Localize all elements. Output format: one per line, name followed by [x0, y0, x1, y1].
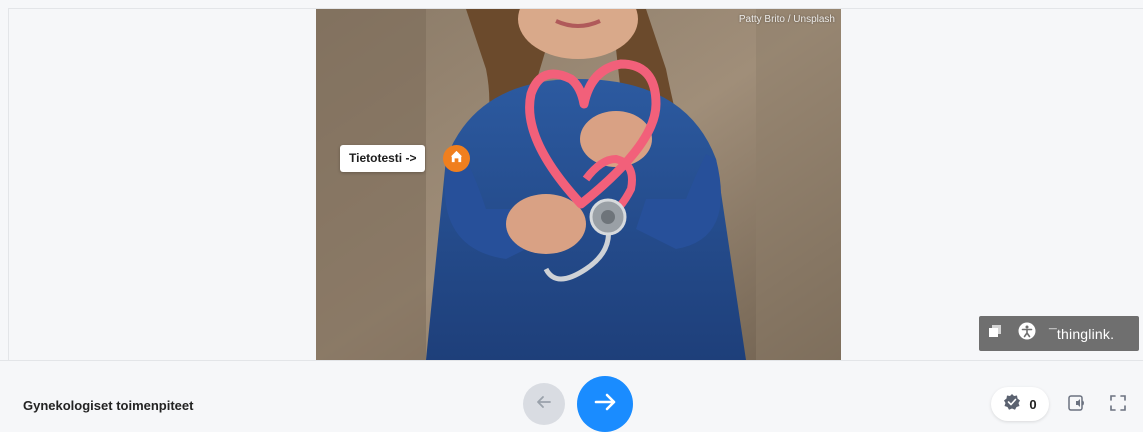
nurse-with-heart-stethoscope-photo: [316, 9, 841, 360]
arrow-right-icon: [593, 390, 617, 419]
score-count: 0: [1029, 396, 1037, 412]
previous-scene-button[interactable]: [523, 383, 565, 425]
thinglink-logo[interactable]: ¯thinglink.: [1049, 326, 1114, 342]
hotspot-tag-button[interactable]: [443, 145, 470, 172]
score-badge[interactable]: 0: [991, 387, 1049, 421]
accessibility-button[interactable]: [1011, 316, 1043, 351]
page-title: Gynekologiset toimenpiteet: [23, 398, 194, 413]
thinglink-toolbar: ¯thinglink.: [979, 316, 1139, 351]
audio-transcript-icon: [1067, 393, 1087, 418]
photo-credit: Patty Brito / Unsplash: [738, 14, 835, 25]
thinglink-viewer: Patty Brito / Unsplash Tietotesti -> ¯th…: [0, 0, 1143, 432]
audio-transcript-button[interactable]: [1066, 394, 1088, 416]
fullscreen-icon: [1109, 394, 1127, 417]
badge-check-icon: [1003, 393, 1021, 416]
fullscreen-button[interactable]: [1107, 394, 1129, 416]
next-scene-button[interactable]: [577, 376, 633, 432]
frame-border-left: [8, 8, 9, 360]
accessibility-icon: [1018, 322, 1036, 345]
bottom-navigation-bar: Gynekologiset toimenpiteet 0: [0, 360, 1143, 432]
scene-image[interactable]: Patty Brito / Unsplash: [316, 9, 841, 360]
hotspot-tag-label[interactable]: Tietotesti ->: [340, 145, 426, 172]
layers-icon: [988, 324, 1002, 343]
arrow-left-icon: [536, 394, 552, 415]
layers-button[interactable]: [979, 316, 1011, 351]
home-icon: [449, 149, 464, 169]
